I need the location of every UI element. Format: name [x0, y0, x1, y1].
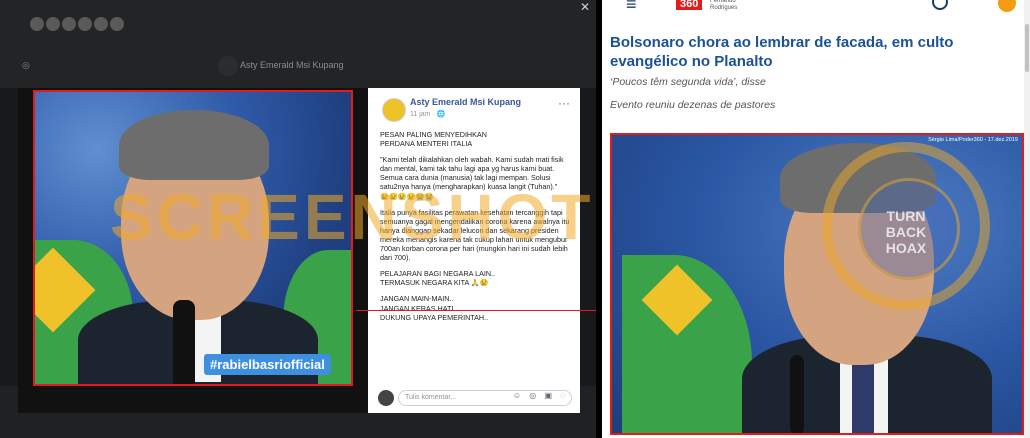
post-paragraph: PESAN PALING MENYEDIHKAN PERDANA MENTERI…: [380, 130, 487, 149]
post-paragraph: PELAJARAN BAGI NEGARA LAIN.. TERMASUK NE…: [380, 269, 496, 288]
article-headline: Bolsonaro chora ao lembrar de facada, em…: [610, 34, 954, 70]
user-account-icon[interactable]: [998, 0, 1016, 12]
author-avatar[interactable]: [382, 98, 406, 122]
hamburger-menu-icon[interactable]: ≡: [626, 0, 637, 15]
comment-box: Tulis komentar... ☺ ◎ ▣ ◌: [376, 388, 574, 408]
fb-blurred-icon: ◎: [22, 60, 30, 70]
article-subtitle: Evento reuniu dezenas de pastores: [610, 99, 776, 111]
commenter-avatar: [378, 390, 394, 406]
close-icon[interactable]: ✕: [580, 0, 590, 14]
connector-line: [356, 310, 614, 311]
avatar: [78, 17, 92, 31]
microphone: [790, 355, 804, 433]
more-options-icon[interactable]: ···: [558, 96, 570, 110]
scrollbar-thumb[interactable]: [1025, 24, 1029, 72]
avatar: [46, 17, 60, 31]
photo-hashtag: #rabielbasriofficial: [204, 354, 331, 375]
fb-reaction-avatars: [30, 17, 124, 31]
avatar: [110, 17, 124, 31]
avatar: [62, 17, 76, 31]
comment-attachment-icons[interactable]: ☺ ◎ ▣ ◌: [513, 391, 568, 400]
avatar: [30, 17, 44, 31]
article-subtitle: ‘Poucos têm segunda vida’, disse: [610, 76, 766, 88]
news-navbar: ≡ 360 Fernando Rodrigues: [602, 0, 1030, 18]
site-logo-subtitle: Fernando Rodrigues: [710, 0, 738, 11]
avatar: [94, 17, 108, 31]
post-paragraph: JANGAN MAIN-MAIN.. JANGAN KERAS HATI.. D…: [380, 294, 489, 322]
fb-blurred-author: Asty Emerald Msi Kupang: [240, 60, 344, 70]
scrollbar[interactable]: [1024, 0, 1030, 438]
photo-credit: Sérgio Lima/Poder360 - 17.dez.2019: [928, 137, 1018, 143]
author-name[interactable]: Asty Emerald Msi Kupang: [410, 97, 521, 107]
fb-blurred-avatar: [218, 56, 238, 76]
post-time[interactable]: 11 jam · 🌐: [410, 110, 445, 118]
post-header: Asty Emerald Msi Kupang 11 jam · 🌐 ···: [378, 96, 574, 122]
site-logo[interactable]: 360: [676, 0, 703, 10]
seal-text: TURN BACK HOAX: [885, 208, 927, 256]
tie: [852, 360, 874, 433]
turnbackhoax-seal-logo: TURN BACK HOAX: [822, 142, 990, 310]
screenshot-watermark: SCREENSHOT: [110, 181, 595, 253]
search-icon[interactable]: [932, 0, 948, 10]
fb-feed-background: [0, 0, 596, 88]
